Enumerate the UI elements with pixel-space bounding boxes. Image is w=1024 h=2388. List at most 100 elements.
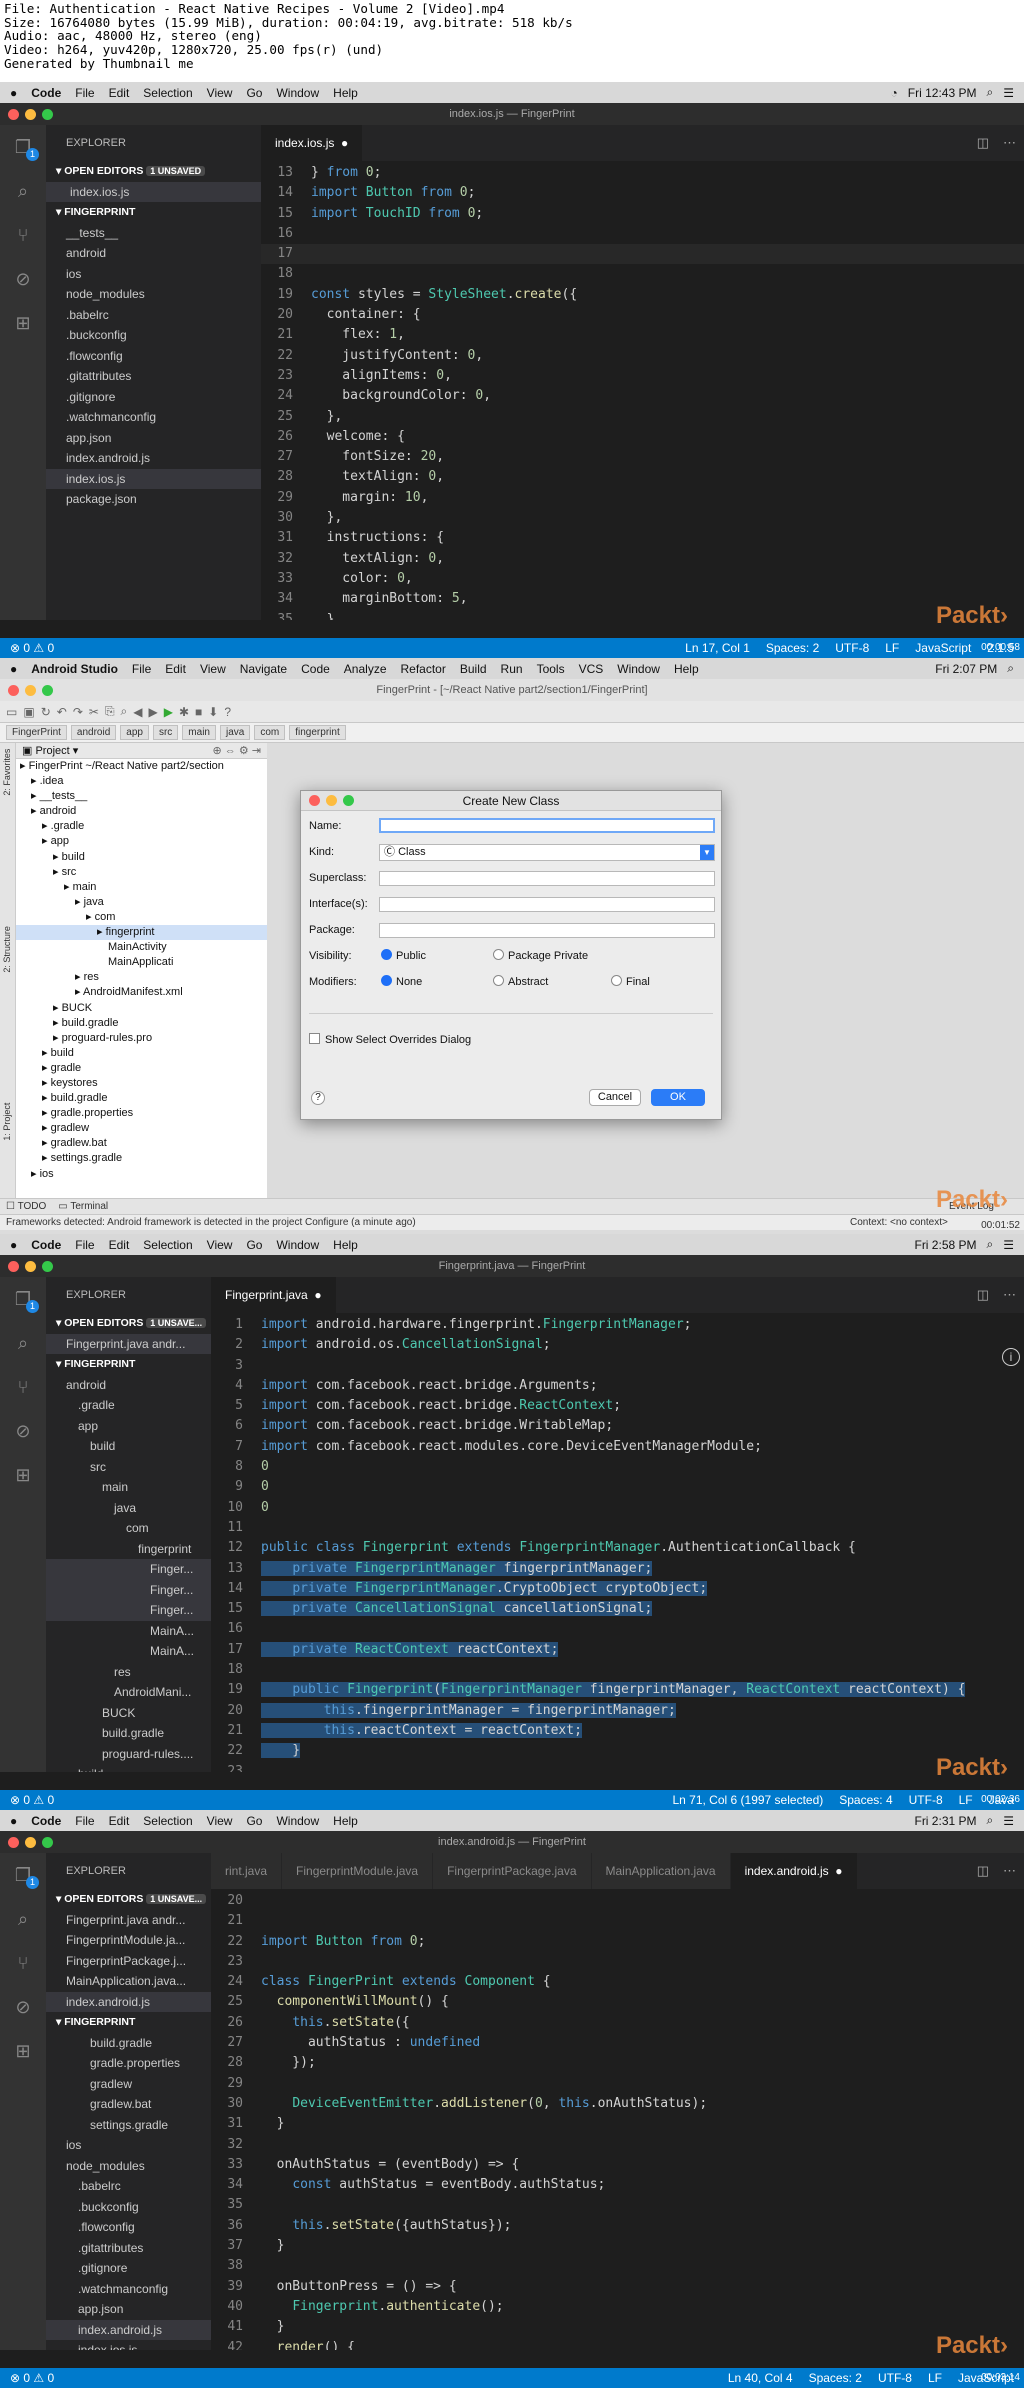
editor-tab[interactable]: index.android.js ● (730, 1853, 858, 1889)
code-line[interactable]: 13 private FingerprintManager fingerprin… (211, 1559, 1024, 1579)
menu-go[interactable]: Go (246, 1814, 262, 1828)
status-item[interactable]: Ln 40, Col 4 (728, 2371, 793, 2385)
menu-selection[interactable]: Selection (143, 86, 192, 100)
tree-item[interactable]: index.android.js (46, 1991, 211, 2012)
forward-icon[interactable]: ▶ (149, 705, 158, 719)
stop-icon[interactable]: ■ (195, 705, 202, 719)
tree-item[interactable]: BUCK (46, 1703, 211, 1724)
tree-item[interactable]: .gitattributes (46, 2238, 211, 2259)
open-icon[interactable]: ▭ (6, 705, 17, 719)
project-header[interactable]: ▾ FINGERPRINT (46, 1354, 211, 1375)
more-icon[interactable]: ⋯ (1003, 1853, 1016, 1889)
code-line[interactable]: 21 flex: 1, (261, 325, 1024, 345)
code-line[interactable]: 17 private ReactContext reactContext; (211, 1640, 1024, 1660)
tree-item[interactable]: build (46, 1764, 211, 1772)
menu-items[interactable]: File Edit View Navigate Code Analyze Refactor B… (132, 662, 713, 676)
source-control-icon[interactable]: ⑂ (11, 1375, 35, 1399)
tree-item[interactable]: build.gradle (46, 2033, 211, 2054)
code-line[interactable]: 19 public Fingerprint(FingerprintManager… (211, 1680, 1024, 1700)
tree-item[interactable]: index.ios.js (46, 2340, 211, 2350)
app-menu[interactable]: Code (31, 1814, 61, 1828)
menu-view[interactable]: View (200, 662, 226, 676)
menu-help[interactable]: Help (333, 1238, 358, 1252)
code-line[interactable]: 27 fontSize: 20, (261, 447, 1024, 467)
minimize-window-button[interactable] (25, 108, 36, 120)
tree-item[interactable]: index.ios.js (46, 468, 261, 489)
code-line[interactable]: 13} from 0; (261, 163, 1024, 183)
explorer-icon[interactable]: ❐ 1 (11, 1863, 39, 1889)
problems-indicator[interactable]: ⊗ 0 ⚠ 0 (10, 2371, 54, 2385)
app-menu[interactable]: Android Studio (31, 662, 118, 676)
project-header[interactable]: ▾ FINGERPRINT (46, 2012, 211, 2033)
tree-item[interactable]: .watchmanconfig (46, 2279, 211, 2300)
cancel-button[interactable]: Cancel (589, 1089, 641, 1106)
project-view-selector[interactable]: ▣ Project ▾ ⊕ ⇔ ⚙ ⇥ (16, 743, 267, 759)
tree-item[interactable]: FingerprintPackage.j... (46, 1951, 211, 1972)
project-tree-item[interactable]: ▸ gradlew.bat (16, 1136, 267, 1151)
tree-item[interactable]: .flowconfig (46, 2217, 211, 2238)
code-line[interactable]: 31 instructions: { (261, 528, 1024, 548)
code-line[interactable]: 40 Fingerprint.authenticate(); (211, 2297, 1024, 2317)
tree-item[interactable]: package.json (46, 489, 261, 510)
code-line[interactable]: 16 (211, 1619, 1024, 1639)
info-icon[interactable]: i (1002, 1348, 1020, 1366)
menu-selection[interactable]: Selection (143, 1238, 192, 1252)
tree-item[interactable]: Finger... (46, 1600, 211, 1621)
project-tree-item[interactable]: ▸ gradlew (16, 1121, 267, 1136)
visibility-public-radio[interactable]: Public (381, 947, 426, 965)
tree-item[interactable]: .flowconfig (46, 346, 261, 367)
search-icon[interactable]: ⌕ (1007, 661, 1014, 676)
project-tree-item[interactable]: ▸ build (16, 850, 267, 865)
menu-items[interactable]: File Edit Selection View Go Window Help (75, 1238, 372, 1252)
tree-item[interactable]: com (46, 1518, 211, 1539)
code-line[interactable]: 18 (261, 264, 1024, 284)
project-tree-item[interactable]: ▸ main (16, 880, 267, 895)
more-icon[interactable]: ⋯ (1003, 125, 1016, 161)
code-line[interactable]: 10 0 (211, 1498, 1024, 1518)
menu-go[interactable]: Go (246, 86, 262, 100)
editor-tab[interactable]: MainApplication.java (591, 1853, 731, 1889)
debug-icon[interactable]: ✱ (179, 705, 189, 719)
tree-item[interactable]: build (46, 1436, 211, 1457)
close-window-button[interactable] (8, 1836, 19, 1848)
app-menu[interactable]: Code (31, 1238, 61, 1252)
code-line[interactable]: 16 (261, 224, 1024, 244)
menu-run[interactable]: Run (501, 662, 523, 676)
project-tree-item[interactable]: ▸ proguard-rules.pro (16, 1031, 267, 1046)
code-line[interactable]: 21 (211, 1911, 1024, 1931)
menu-window[interactable]: Window (276, 86, 319, 100)
menu-help[interactable]: Help (674, 662, 699, 676)
code-line[interactable]: 34 marginBottom: 5, (261, 589, 1024, 609)
project-tree-item[interactable]: ▸ app (16, 834, 267, 849)
superclass-input[interactable] (379, 871, 715, 886)
code-line[interactable]: 41 } (211, 2317, 1024, 2337)
run-icon[interactable]: ▶ (164, 705, 173, 719)
tree-item[interactable]: gradle.properties (46, 2053, 211, 2074)
more-icon[interactable]: ⋯ (1003, 1277, 1016, 1313)
breadcrumb-item[interactable]: app (120, 725, 149, 740)
undo-icon[interactable]: ↶ (57, 705, 67, 719)
split-editor-icon[interactable]: ◫ (977, 1277, 989, 1313)
menu-tools[interactable]: Tools (537, 662, 565, 676)
code-line[interactable]: 90 (211, 1477, 1024, 1497)
code-line[interactable]: 7 import com.facebook.react.modules.core.… (211, 1437, 1024, 1457)
tree-item[interactable]: java (46, 1498, 211, 1519)
menu-items[interactable]: File Edit Selection View Go Window Help (75, 1814, 372, 1828)
tree-item[interactable]: android (46, 1375, 211, 1396)
tree-item[interactable]: fingerprint (46, 1539, 211, 1560)
tree-item[interactable]: build.gradle (46, 1723, 211, 1744)
ok-button[interactable]: OK (651, 1089, 705, 1106)
tree-item[interactable]: .gitattributes (46, 366, 261, 387)
side-tab[interactable]: 2: Structure (2, 926, 12, 973)
code-line[interactable]: 25 componentWillMount() { (211, 1992, 1024, 2012)
menu-items[interactable]: File Edit Selection View Go Window Help (75, 86, 372, 100)
menu-view[interactable]: View (207, 1238, 233, 1252)
tree-item[interactable]: Finger... (46, 1579, 211, 1600)
project-tree-item[interactable]: MainApplicati (16, 955, 267, 970)
menu-window[interactable]: Window (276, 1814, 319, 1828)
project-tree-item[interactable]: ▸ build.gradle (16, 1016, 267, 1031)
code-line[interactable]: 12 public class Fingerprint extends Finge… (211, 1538, 1024, 1558)
project-tree-item[interactable]: ▸ build (16, 1046, 267, 1061)
close-window-button[interactable] (8, 684, 19, 696)
code-line[interactable]: 24 backgroundColor: 0, (261, 386, 1024, 406)
